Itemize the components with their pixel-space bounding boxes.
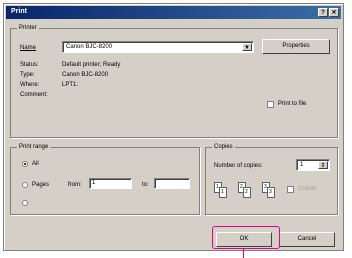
cancel-button[interactable]: Cancel	[279, 232, 335, 247]
page-icon: 1	[219, 187, 227, 198]
title-bar[interactable]: Print ? ✕	[6, 6, 341, 19]
comment-label: Comment:	[20, 92, 48, 98]
pages-label: Pages	[32, 182, 50, 188]
spin-arrows-icon[interactable]: ⇕	[318, 161, 328, 169]
copies-spinner[interactable]: 1 ⇕	[296, 159, 330, 171]
collate-label: Collate	[298, 186, 317, 192]
to-input[interactable]	[154, 178, 190, 189]
all-label: All	[32, 161, 39, 167]
properties-button[interactable]: Properties	[262, 39, 330, 54]
callout-line	[243, 249, 244, 258]
copies-group: Copies	[205, 143, 338, 215]
where-value: LPT1:	[62, 82, 79, 88]
copies-value: 1	[300, 162, 304, 168]
where-label: Where:	[20, 82, 40, 88]
status-label: Status:	[20, 62, 39, 68]
print-range-label: Print range	[17, 143, 51, 151]
type-label: Type:	[20, 72, 35, 78]
close-icon[interactable]: ✕	[329, 8, 339, 17]
collate-checkbox[interactable]	[287, 186, 294, 193]
number-of-copies-label: Number of copies:	[214, 163, 263, 169]
page-icon: 2	[243, 187, 251, 198]
pages-radio[interactable]	[22, 182, 28, 188]
name-label: Name	[20, 45, 37, 51]
help-icon[interactable]: ?	[318, 8, 328, 17]
selection-radio[interactable]	[22, 200, 28, 206]
type-value: Canon BJC-8200	[62, 72, 109, 78]
printer-group-label: Printer	[17, 24, 39, 32]
page-icon: 3	[267, 187, 275, 198]
chevron-down-icon[interactable]: ▼	[242, 43, 252, 51]
print-to-file-label: Print to file	[278, 101, 307, 107]
from-label: from:	[68, 182, 82, 188]
ok-highlight-frame	[212, 226, 280, 249]
from-input[interactable]: 1	[89, 178, 132, 189]
print-dialog: Print ? ✕ Printer Name Canon BJC-8200 ▼ …	[3, 3, 344, 251]
status-value: Default printer; Ready	[62, 62, 121, 68]
printer-name-value: Canon BJC-8200	[66, 44, 113, 50]
window-title: Print	[11, 8, 27, 15]
printer-name-select[interactable]: Canon BJC-8200 ▼	[62, 41, 254, 53]
copies-label: Copies	[212, 143, 235, 151]
print-to-file-checkbox[interactable]	[267, 101, 274, 108]
to-label: to:	[142, 182, 149, 188]
all-radio[interactable]	[22, 161, 28, 167]
